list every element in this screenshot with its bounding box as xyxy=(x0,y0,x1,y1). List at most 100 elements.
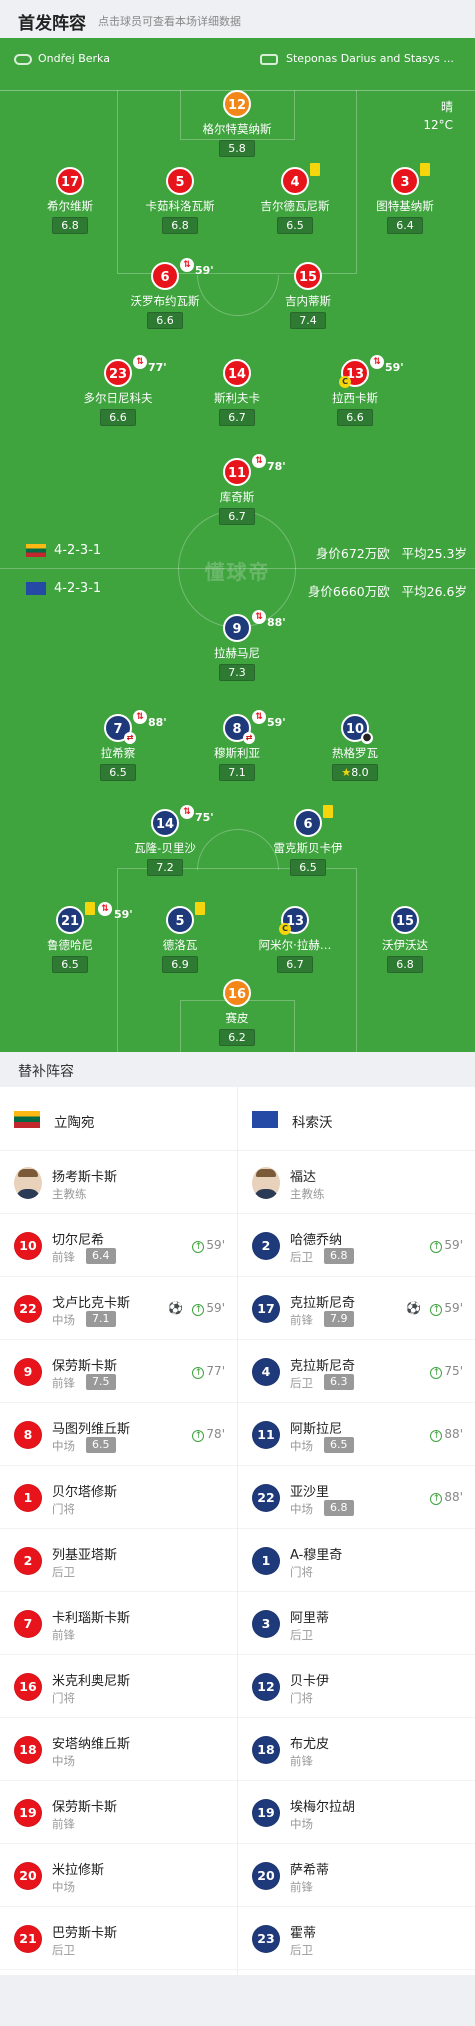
player-home-5[interactable]: 6 ⇅ 59' 沃罗布约瓦斯 6.6 xyxy=(110,258,220,329)
lithuania-flag-icon xyxy=(26,544,46,557)
coach-name: 扬考斯卡斯 xyxy=(52,1170,118,1185)
sub-player-row[interactable]: 4 克拉斯尼奇 后卫 6.3 ↑ 75' xyxy=(238,1340,475,1403)
player-away-19[interactable]: 13 C 阿米尔·拉赫… 6.7 xyxy=(240,906,350,973)
sub-in-arrow-icon: ↑ xyxy=(430,1493,443,1505)
player-name: 拉希察 xyxy=(100,746,136,760)
player-away-13[interactable]: 8 ⇅ 59' ⇄ 穆斯利亚 7.1 xyxy=(182,710,292,781)
sub-player-row[interactable]: 19 埃梅尔拉胡 中场 xyxy=(238,1781,475,1844)
sub-player-row[interactable]: 20 米拉修斯 中场 xyxy=(0,1844,237,1907)
player-home-7[interactable]: 23 ⇅ 77' 多尔日尼科夫 6.6 xyxy=(63,355,173,426)
sub-player-row[interactable]: 1 A-穆里奇 门将 xyxy=(238,1529,475,1592)
player-home-1[interactable]: 17 希尔维斯 6.8 xyxy=(15,167,125,234)
sub-minute: 59' xyxy=(267,716,286,729)
sub-player-row[interactable]: 2 哈德乔纳 后卫 6.8 ↑ 59' xyxy=(238,1214,475,1277)
player-home-3[interactable]: 4 吉尔德瓦尼斯 6.5 xyxy=(240,163,350,234)
sub-player-row[interactable]: 7 卡利瑙斯卡斯 前锋 xyxy=(0,1592,237,1655)
sub-in-time: ↑ 88' xyxy=(430,1490,463,1505)
page-hint: 点击球员可查看本场详细数据 xyxy=(98,15,241,28)
player-home-2[interactable]: 5 卡茹科洛瓦斯 6.8 xyxy=(125,167,235,234)
sub-player-position: 前锋 xyxy=(52,1250,75,1264)
sub-player-name: 米拉修斯 xyxy=(52,1863,105,1878)
sub-player-row[interactable]: 17 克拉斯尼奇 前锋 7.9 ↑ 59' ⚽ xyxy=(238,1277,475,1340)
sub-player-row[interactable]: 8 马图列维丘斯 中场 6.5 ↑ 78' xyxy=(0,1403,237,1466)
player-home-0[interactable]: 12 格尔特莫纳斯 5.8 xyxy=(182,90,292,157)
shirt-number: 2 xyxy=(14,1547,42,1575)
shirt-number: 20 xyxy=(14,1862,42,1890)
substitution-icon: ⇅ xyxy=(252,710,266,724)
player-away-14[interactable]: 10 ● 热格罗瓦 ★8.0 xyxy=(300,714,410,781)
sub-player-position: 中场 xyxy=(52,1439,75,1453)
shirt-number: 2 xyxy=(252,1232,280,1260)
player-home-4[interactable]: 3 图特基纳斯 6.4 xyxy=(350,163,460,234)
subs-header: 替补阵容 xyxy=(0,1052,475,1087)
player-away-20[interactable]: 15 沃伊沃达 6.8 xyxy=(350,906,460,973)
player-home-10[interactable]: 11 ⇅ 78' 库奇斯 6.7 xyxy=(182,454,292,525)
player-name: 阿米尔·拉赫… xyxy=(258,938,332,952)
player-home-9[interactable]: 13 ⇅ 59' C 拉西卡斯 6.6 xyxy=(300,355,410,426)
coach-avatar xyxy=(252,1167,280,1199)
sub-in-arrow-icon: ↑ xyxy=(192,1367,205,1379)
player-name: 雷克斯贝卡伊 xyxy=(273,841,343,855)
sub-player-row[interactable]: 3 阿里蒂 后卫 xyxy=(238,1592,475,1655)
sub-player-row[interactable]: 23 霍蒂 后卫 xyxy=(238,1907,475,1970)
player-away-15[interactable]: 14 ⇅ 75' 瓦隆-贝里沙 7.2 xyxy=(110,805,220,876)
sub-player-position: 前锋 xyxy=(290,1313,313,1327)
player-rating: 6.7 xyxy=(277,956,313,973)
player-name: 多尔日尼科夫 xyxy=(83,391,153,405)
substitution-icon: ⇅ xyxy=(252,610,266,624)
sub-player-row[interactable]: 10 切尔尼希 前锋 6.4 ↑ 59' xyxy=(0,1214,237,1277)
sub-player-name: 列基亚塔斯 xyxy=(52,1548,118,1563)
sub-player-row[interactable]: 12 贝卡伊 门将 xyxy=(238,1655,475,1718)
sub-player-name: 切尔尼希 xyxy=(52,1233,105,1248)
sub-player-row[interactable]: 2 列基亚塔斯 后卫 xyxy=(0,1529,237,1592)
substitution-icon: ⇅ xyxy=(98,902,112,916)
sub-player-row[interactable]: 21 巴劳斯卡斯 后卫 xyxy=(0,1907,237,1970)
shirt-number: 7 ⇅ 88' ⇄ xyxy=(104,710,167,744)
player-away-21[interactable]: 16 赛皮 6.2 xyxy=(182,979,292,1046)
shirt-number: 11 xyxy=(252,1421,280,1449)
sub-player-row[interactable]: 18 布尤皮 前锋 xyxy=(238,1718,475,1781)
away-coach-row[interactable]: 福达 主教练 xyxy=(238,1151,475,1214)
player-rating: 6.8 xyxy=(387,956,423,973)
player-home-8[interactable]: 14 斯利夫卡 6.7 xyxy=(182,359,292,426)
home-coach-row[interactable]: 扬考斯卡斯 主教练 xyxy=(0,1151,237,1214)
sub-player-row[interactable]: 11 阿斯拉尼 中场 6.5 ↑ 88' xyxy=(238,1403,475,1466)
away-formation: 4-2-3-1 xyxy=(26,581,101,596)
player-name: 拉赫马尼 xyxy=(214,646,260,660)
sub-player-name: 马图列维丘斯 xyxy=(52,1422,131,1437)
shirt-number: 13 C xyxy=(279,906,309,935)
player-away-17[interactable]: 21 ⇅ 59' 鲁德哈尼 6.5 xyxy=(15,902,133,973)
sub-player-name: 米克利奥尼斯 xyxy=(52,1674,131,1689)
sub-in-arrow-icon: ↑ xyxy=(430,1241,443,1253)
sub-player-name: 卡利瑙斯卡斯 xyxy=(52,1611,131,1626)
player-name: 瓦隆-贝里沙 xyxy=(134,841,196,855)
sub-player-row[interactable]: 22 戈卢比克卡斯 中场 7.1 ↑ 59' ⚽ xyxy=(0,1277,237,1340)
shirt-number: 3 xyxy=(391,163,430,195)
player-rating: 6.5 xyxy=(290,859,326,876)
player-name: 库奇斯 xyxy=(219,490,255,504)
sub-player-name: 阿里蒂 xyxy=(290,1611,330,1626)
sub-player-name: 贝尔塔修斯 xyxy=(52,1485,118,1500)
sub-player-row[interactable]: 22 亚沙里 中场 6.8 ↑ 88' xyxy=(238,1466,475,1529)
player-rating: 6.8 xyxy=(162,217,198,234)
sub-player-row[interactable]: 20 萨希蒂 前锋 xyxy=(238,1844,475,1907)
player-away-16[interactable]: 6 雷克斯贝卡伊 6.5 xyxy=(253,805,363,876)
sub-player-row[interactable]: 9 保劳斯卡斯 前锋 7.5 ↑ 77' xyxy=(0,1340,237,1403)
player-name: 沃罗布约瓦斯 xyxy=(130,294,200,308)
sub-player-position: 门将 xyxy=(52,1691,75,1705)
player-away-18[interactable]: 5 德洛瓦 6.9 xyxy=(125,902,235,973)
sub-minute: 77' xyxy=(148,361,167,374)
sub-player-row[interactable]: 19 保劳斯卡斯 前锋 xyxy=(0,1781,237,1844)
player-home-6[interactable]: 15 吉内蒂斯 7.4 xyxy=(253,262,363,329)
sub-player-row[interactable]: 1 贝尔塔修斯 门将 xyxy=(0,1466,237,1529)
sub-player-row[interactable]: 16 米克利奥尼斯 门将 xyxy=(0,1655,237,1718)
shirt-number: 12 xyxy=(252,1673,280,1701)
weather: 晴 12°C xyxy=(423,98,453,134)
player-name: 穆斯利亚 xyxy=(214,746,260,760)
player-away-12[interactable]: 7 ⇅ 88' ⇄ 拉希察 6.5 xyxy=(63,710,173,781)
player-rating: 6.2 xyxy=(219,1029,255,1046)
sub-player-row[interactable]: 18 安塔纳维丘斯 中场 xyxy=(0,1718,237,1781)
player-away-11[interactable]: 9 ⇅ 88' 拉赫马尼 7.3 xyxy=(182,610,292,681)
sub-player-rating: 6.8 xyxy=(324,1500,354,1516)
whistle-icon xyxy=(14,53,32,65)
